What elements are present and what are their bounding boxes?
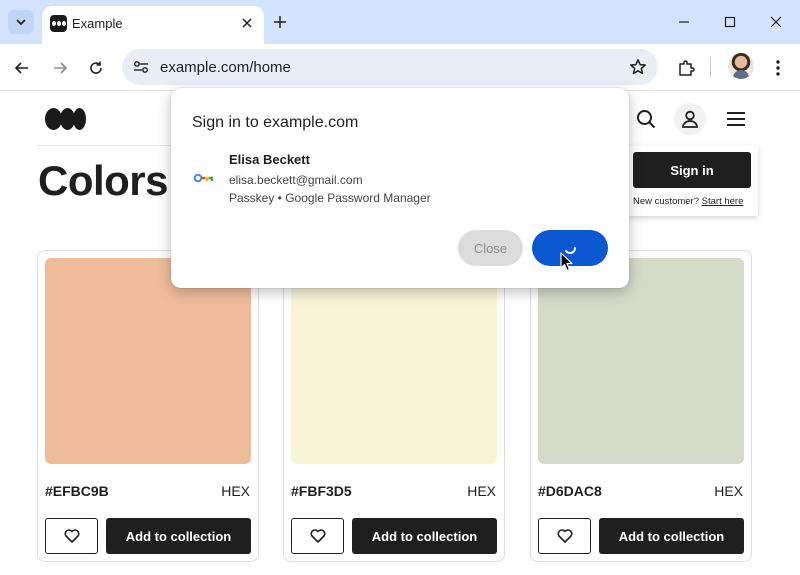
star-icon (630, 59, 646, 75)
favorite-button[interactable] (291, 518, 344, 554)
reload-button[interactable] (82, 54, 110, 82)
account-popup: Sign in New customer? Start here (627, 146, 758, 216)
arrow-right-icon (54, 62, 68, 74)
site-favicon-icon (50, 15, 67, 32)
profile-avatar[interactable] (728, 53, 754, 79)
color-swatch[interactable] (291, 258, 497, 464)
new-customer-text: New customer? Start here (633, 196, 743, 207)
site-logo[interactable] (45, 108, 86, 130)
minimize-icon (679, 21, 689, 23)
account-email: elisa.beckett@gmail.com (229, 173, 363, 187)
add-to-collection-button[interactable]: Add to collection (352, 518, 497, 554)
add-to-collection-button[interactable]: Add to collection (106, 518, 251, 554)
new-customer-label: New customer? (633, 196, 699, 207)
tab-title: Example (72, 16, 123, 31)
minimize-button[interactable] (670, 10, 698, 34)
mouse-pointer-icon (560, 252, 573, 272)
browser-toolbar: example.com/home (0, 44, 800, 90)
tab-close-button[interactable] (238, 14, 256, 32)
forward-button[interactable] (46, 54, 74, 82)
puzzle-icon (679, 60, 695, 76)
url-text: example.com/home (160, 59, 291, 76)
chevron-down-icon (16, 19, 26, 26)
page-title: Colors (38, 157, 169, 204)
hex-value: #FBF3D5 (291, 483, 352, 499)
color-card: #D6DAC8 HEX Add to collection (530, 250, 752, 562)
hex-label: HEX (467, 483, 496, 499)
heart-icon (556, 529, 573, 543)
window-close-button[interactable] (762, 10, 790, 34)
passkey-icon (193, 173, 213, 183)
start-here-link[interactable]: Start here (702, 196, 744, 207)
sign-in-button[interactable]: Sign in (633, 152, 751, 188)
arrow-left-icon (14, 62, 28, 74)
maximize-button[interactable] (716, 10, 744, 34)
reload-icon (90, 61, 102, 74)
tab-example[interactable]: Example (42, 6, 264, 44)
maximize-icon (724, 16, 736, 28)
hamburger-menu-button[interactable] (722, 105, 750, 133)
heart-icon (309, 529, 326, 543)
color-swatch[interactable] (45, 258, 251, 464)
menu-button[interactable] (764, 54, 792, 82)
bookmark-button[interactable] (628, 57, 648, 77)
hex-value: #EFBC9B (45, 483, 109, 499)
address-bar[interactable]: example.com/home (122, 49, 658, 85)
browser-window: Example example.com/home Colors Sign in … (0, 0, 800, 575)
favorite-button[interactable] (538, 518, 591, 554)
user-icon (682, 110, 698, 128)
new-tab-button[interactable] (270, 12, 290, 32)
tune-icon (134, 61, 148, 73)
color-swatch[interactable] (538, 258, 744, 464)
more-vert-icon (776, 60, 780, 76)
site-info-button[interactable] (130, 57, 152, 77)
tab-strip: Example (0, 0, 800, 44)
close-icon (770, 16, 782, 28)
menu-icon (727, 112, 745, 126)
add-to-collection-button[interactable]: Add to collection (599, 518, 744, 554)
back-button[interactable] (8, 54, 36, 82)
account-source: Passkey • Google Password Manager (229, 191, 431, 205)
close-button[interactable]: Close (458, 230, 523, 266)
hex-label: HEX (714, 483, 743, 499)
extensions-button[interactable] (672, 54, 700, 82)
account-button[interactable] (674, 103, 706, 135)
search-button[interactable] (632, 105, 660, 133)
search-icon (637, 110, 656, 129)
heart-icon (63, 529, 80, 543)
color-card: #EFBC9B HEX Add to collection (37, 250, 259, 562)
hex-value: #D6DAC8 (538, 483, 602, 499)
hex-label: HEX (221, 483, 250, 499)
color-card: #FBF3D5 HEX Add to collection (283, 250, 505, 562)
toolbar-separator (710, 57, 711, 77)
favorite-button[interactable] (45, 518, 98, 554)
tab-search-button[interactable] (8, 10, 34, 34)
account-name[interactable]: Elisa Beckett (229, 152, 310, 167)
dialog-title: Sign in to example.com (192, 114, 359, 131)
close-icon (242, 18, 252, 28)
plus-icon (274, 16, 286, 28)
